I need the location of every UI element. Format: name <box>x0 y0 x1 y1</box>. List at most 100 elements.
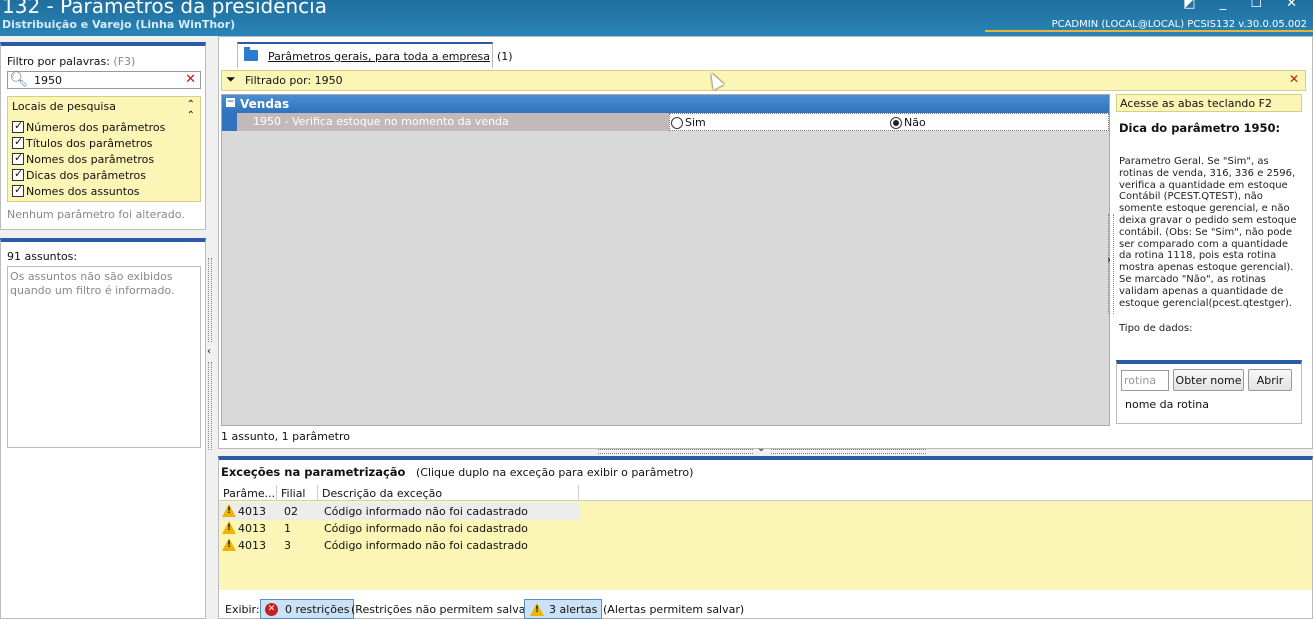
checkbox[interactable] <box>12 167 24 181</box>
splitter-grip-top <box>208 258 212 342</box>
chevron-up-double-icon[interactable]: ⌃ ⌃ <box>187 99 195 121</box>
exception-row[interactable]: 4013 1 Código informado não foi cadastrado <box>219 520 579 537</box>
search-location-item[interactable]: Títulos dos parâmetros <box>12 135 165 151</box>
collapse-icon[interactable]: − <box>226 98 235 107</box>
subjects-list[interactable]: Os assuntos não são exibidos quando um f… <box>7 266 201 448</box>
close-filter-icon[interactable]: ✕ <box>1289 72 1299 86</box>
exceptions-footer: Exibir: ✕ 0 restrições (Restrições não p… <box>219 598 1312 619</box>
checkbox[interactable] <box>12 183 24 197</box>
col-param[interactable]: Parâme... <box>219 485 277 501</box>
row-indicator <box>222 113 237 131</box>
tab-general-parameters[interactable]: Parâmetros gerais, para toda a empresa (… <box>237 42 513 68</box>
window-controls[interactable]: ◩ _ ☐ ✕ <box>1183 0 1307 11</box>
radio-nao-label: Não <box>904 116 926 129</box>
window-title: 132 - Parâmetros da presidência <box>2 0 327 18</box>
parameter-options: Sim Não <box>669 113 1109 131</box>
search-location-item[interactable]: Nomes dos assuntos <box>12 183 165 199</box>
exceptions-subtitle: (Clique duplo na exceção para exibir o p… <box>415 466 694 479</box>
restrictions-note: (Restrições não permitem salvar) <box>351 603 535 616</box>
grid-footer: 1 assunto, 1 parâmetro <box>221 430 350 443</box>
search-input[interactable]: 🔍︎ 1950 ✕ <box>7 70 201 89</box>
filter-shortcut-hint: (F3) <box>113 55 136 68</box>
left-splitter[interactable]: ‹ <box>206 258 215 450</box>
exceptions-grid-header: Parâme... Filial Descrição da exceção <box>219 485 1312 501</box>
splitter-grip-left <box>598 449 753 454</box>
get-name-button[interactable]: Obter nome <box>1173 369 1244 391</box>
parameter-name: 1950 - Verifica estoque no momento da ve… <box>237 113 669 131</box>
subjects-panel: 91 assuntos: Os assuntos não são exibido… <box>0 238 206 619</box>
radio-sim[interactable]: Sim <box>671 116 706 129</box>
routine-name: nome da rotina <box>1125 398 1209 411</box>
warning-icon <box>530 603 544 616</box>
open-button[interactable]: Abrir <box>1248 369 1292 391</box>
exception-filial: 02 <box>284 505 298 518</box>
tab-label-text: Parâmetros gerais, para toda a empresa <box>268 50 490 63</box>
chevron-right-icon[interactable]: › <box>1107 255 1111 266</box>
tip-panel: › Acesse as abas teclando F2 Dica do par… <box>1107 94 1306 424</box>
routine-input[interactable]: rotina <box>1121 370 1169 391</box>
alerts-note: (Alertas permitem salvar) <box>603 603 745 616</box>
warning-icon <box>222 504 236 517</box>
main-panel: Parâmetros gerais, para toda a empresa (… <box>218 36 1313 449</box>
alerts-label: 3 alertas <box>549 603 598 616</box>
session-info: PCADMIN (LOCAL@LOCAL) PCSIS132 v.30.0.05… <box>1051 19 1307 30</box>
search-location-item[interactable]: Números dos parâmetros <box>12 119 165 135</box>
exception-param: 4013 <box>238 522 266 535</box>
checkbox[interactable] <box>12 119 24 133</box>
group-name: Vendas <box>240 97 290 111</box>
filter-banner-text: Filtrado por: 1950 <box>245 74 343 87</box>
splitter-grip-right <box>771 449 926 454</box>
chevron-down-icon[interactable]: ⌄ <box>757 443 765 454</box>
exceptions-panel: Exceções na parametrização (Clique duplo… <box>218 456 1313 619</box>
search-location-item[interactable]: Dicas dos parâmetros <box>12 167 165 183</box>
exception-row[interactable]: 4013 02 Código informado não foi cadastrad… <box>219 503 579 520</box>
search-value[interactable]: 1950 <box>34 74 62 87</box>
horizontal-splitter[interactable]: ⌄ <box>598 443 928 455</box>
exception-desc: Código informado não foi cadastrado <box>324 522 528 535</box>
checkbox[interactable] <box>12 151 24 165</box>
group-row[interactable]: − Vendas <box>222 95 1109 113</box>
exception-desc: Código informado não foi cadastrado <box>324 505 528 518</box>
exceptions-grid: Parâme... Filial Descrição da exceção 40… <box>219 485 1312 590</box>
tip-data-type: Tipo de dados: <box>1119 323 1193 335</box>
show-label: Exibir: <box>225 603 260 616</box>
radio-nao[interactable]: Não <box>890 116 926 129</box>
search-location-item[interactable]: Nomes dos parâmetros <box>12 151 165 167</box>
parameter-row[interactable]: 1950 - Verifica estoque no momento da ve… <box>222 113 1109 131</box>
routine-box: rotina Obter nome Abrir nome da rotina <box>1116 360 1302 424</box>
filter-banner: ⏷ Filtrado por: 1950 ✕ <box>221 70 1306 91</box>
exception-row[interactable]: 4013 3 Código informado não foi cadastrado <box>219 537 579 554</box>
subjects-message: Os assuntos não são exibidos quando um f… <box>10 270 175 297</box>
search-locations-title: Locais de pesquisa <box>12 100 116 113</box>
alerts-button[interactable]: 3 alertas <box>524 599 603 619</box>
tab-label: Parâmetros gerais, para toda a empresa (… <box>268 50 513 63</box>
search-location-label: Dicas dos parâmetros <box>26 168 147 182</box>
search-location-label: Nomes dos assuntos <box>26 184 140 198</box>
error-icon: ✕ <box>265 603 278 616</box>
exception-param: 4013 <box>238 539 266 552</box>
window-subtitle: Distribuição e Varejo (Linha WinThor) <box>2 18 236 31</box>
col-filial[interactable]: Filial <box>277 485 318 501</box>
clear-filter-icon[interactable]: ✕ <box>185 72 196 87</box>
exception-param: 4013 <box>238 505 266 518</box>
tip-body-text: Parametro Geral. Se "Sim", as rotinas de… <box>1119 156 1297 309</box>
restrictions-button[interactable]: ✕ 0 restrições <box>260 599 355 619</box>
title-bar: 132 - Parâmetros da presidência Distribu… <box>0 0 1313 36</box>
exceptions-title: Exceções na parametrização <box>221 465 406 479</box>
radio-sim-circle[interactable] <box>671 116 683 129</box>
search-location-label: Números dos parâmetros <box>26 120 166 134</box>
change-status: Nenhum parâmetro foi alterado. <box>7 208 185 221</box>
checkbox[interactable] <box>12 135 24 149</box>
funnel-icon: ⏷ <box>226 72 236 86</box>
exception-filial: 3 <box>284 539 291 552</box>
exception-filial: 1 <box>284 522 291 535</box>
chevron-left-icon[interactable]: ‹ <box>207 346 211 357</box>
parameters-grid: − Vendas 1950 - Verifica estoque no mome… <box>221 94 1110 426</box>
restrictions-label: 0 restrições <box>285 603 350 616</box>
subjects-count: 91 assuntos: <box>7 250 78 263</box>
radio-nao-circle[interactable] <box>890 116 902 129</box>
col-descricao[interactable]: Descrição da exceção <box>318 485 579 501</box>
search-location-label: Nomes dos parâmetros <box>26 152 155 166</box>
folder-icon <box>244 47 258 61</box>
search-icon: 🔍︎ <box>9 70 29 88</box>
